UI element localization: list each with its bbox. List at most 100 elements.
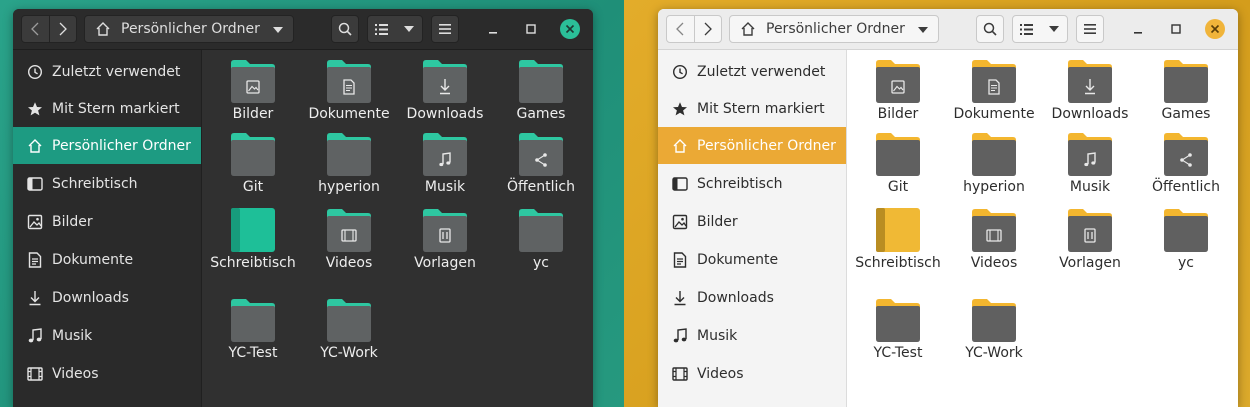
folder-item[interactable]: yc (496, 208, 586, 272)
folder-item[interactable]: Videos (304, 208, 394, 272)
folder-label: hyperion (318, 179, 380, 195)
folder-item[interactable]: yc (1141, 208, 1231, 272)
folder-label: Öffentlich (1152, 179, 1220, 195)
folder-item[interactable]: Bilder (853, 59, 943, 123)
sidebar-item-label: Zuletzt verwendet (52, 63, 181, 80)
folder-item[interactable]: Videos (949, 208, 1039, 272)
folder-item[interactable]: Öffentlich (1141, 132, 1231, 196)
sidebar-item-document[interactable]: Dokumente (13, 241, 201, 278)
sidebar-item-star[interactable]: Mit Stern markiert (658, 90, 846, 127)
folder-item[interactable]: hyperion (949, 132, 1039, 196)
folder-icon (1141, 132, 1231, 176)
sidebar-item-music[interactable]: Musik (13, 317, 201, 354)
location-label: Persönlicher Ordner (121, 21, 260, 37)
sidebar-item-document[interactable]: Dokumente (658, 241, 846, 278)
close-button[interactable] (1205, 19, 1225, 39)
close-button[interactable] (560, 19, 580, 39)
list-view-button[interactable] (1013, 16, 1040, 42)
folder-item[interactable]: Dokumente (304, 59, 394, 123)
sidebar-item-image[interactable]: Bilder (658, 203, 846, 240)
minimize-button[interactable] (1128, 19, 1148, 39)
sidebar-item-image[interactable]: Bilder (13, 203, 201, 240)
dropdown-arrow-icon (918, 27, 928, 33)
sidebar-item-label: Dokumente (697, 251, 779, 268)
folder-item[interactable]: Downloads (1045, 59, 1135, 123)
back-button[interactable] (667, 16, 694, 42)
maximize-button[interactable] (521, 19, 541, 39)
folder-item[interactable]: Schreibtisch (853, 208, 943, 272)
folder-icon (1045, 59, 1135, 103)
folder-label: Git (887, 179, 909, 195)
sidebar-item-download[interactable]: Downloads (658, 279, 846, 316)
main-menu-button[interactable] (431, 15, 459, 43)
folder-item[interactable]: Vorlagen (1045, 208, 1135, 272)
sidebar-item-desktop[interactable]: Schreibtisch (658, 165, 846, 202)
search-button[interactable] (976, 15, 1004, 43)
folder-item[interactable]: YC-Work (304, 298, 394, 362)
folder-item[interactable]: Git (208, 132, 298, 196)
navigation-buttons (21, 15, 77, 43)
folder-icon (1045, 132, 1135, 176)
dropdown-arrow-icon (403, 26, 414, 32)
desktop-icon (25, 176, 45, 191)
folder-label: YC-Test (228, 345, 278, 361)
folder-item[interactable]: Downloads (400, 59, 490, 123)
sidebar-item-home[interactable]: Persönlicher Ordner (13, 127, 201, 164)
minimize-button[interactable] (483, 19, 503, 39)
sidebar-item-download[interactable]: Downloads (13, 279, 201, 316)
maximize-icon (526, 24, 536, 34)
search-button[interactable] (331, 15, 359, 43)
folder-label: Games (516, 106, 566, 122)
view-options (1012, 15, 1068, 43)
main-menu-button[interactable] (1076, 15, 1104, 43)
sidebar-item-video[interactable]: Videos (13, 355, 201, 392)
sidebar-item-clock[interactable]: Zuletzt verwendet (658, 53, 846, 90)
sidebar-item-music[interactable]: Musik (658, 317, 846, 354)
folder-item[interactable]: YC-Work (949, 298, 1039, 362)
folder-icon (400, 132, 490, 176)
folder-item[interactable]: Schreibtisch (208, 208, 298, 272)
folder-item[interactable]: YC-Test (208, 298, 298, 362)
search-icon (338, 22, 352, 36)
view-options (367, 15, 423, 43)
folder-item[interactable]: Öffentlich (496, 132, 586, 196)
folder-item[interactable]: Vorlagen (400, 208, 490, 272)
sidebar-item-home[interactable]: Persönlicher Ordner (658, 127, 846, 164)
forward-button[interactable] (695, 16, 722, 42)
folder-label: Videos (325, 255, 373, 271)
folder-item[interactable]: Git (853, 132, 943, 196)
folder-item[interactable]: Musik (400, 132, 490, 196)
folder-icon (853, 132, 943, 176)
folder-item[interactable]: Games (1141, 59, 1231, 123)
folder-item[interactable]: Dokumente (949, 59, 1039, 123)
sidebar-item-label: Schreibtisch (697, 175, 783, 192)
hamburger-menu-icon (1084, 24, 1096, 34)
view-menu-button[interactable] (1040, 16, 1067, 42)
folder-item[interactable]: Games (496, 59, 586, 123)
sidebar-item-video[interactable]: Videos (658, 355, 846, 392)
sidebar-item-label: Videos (697, 365, 744, 382)
location-bar[interactable]: Persönlicher Ordner (84, 15, 294, 43)
sidebar-item-label: Persönlicher Ordner (52, 137, 191, 154)
chevron-right-icon (704, 22, 712, 36)
back-button[interactable] (22, 16, 49, 42)
folder-item[interactable]: YC-Test (853, 298, 943, 362)
folder-item[interactable]: hyperion (304, 132, 394, 196)
sidebar-item-clock[interactable]: Zuletzt verwendet (13, 53, 201, 90)
list-view-button[interactable] (368, 16, 395, 42)
view-menu-button[interactable] (395, 16, 422, 42)
search-icon (983, 22, 997, 36)
document-icon (670, 251, 690, 268)
forward-button[interactable] (50, 16, 77, 42)
dropdown-arrow-icon (273, 27, 283, 33)
location-bar[interactable]: Persönlicher Ordner (729, 15, 939, 43)
folder-item[interactable]: Musik (1045, 132, 1135, 196)
close-icon (565, 24, 575, 34)
maximize-button[interactable] (1166, 19, 1186, 39)
folder-label: YC-Work (320, 345, 378, 361)
sidebar-item-desktop[interactable]: Schreibtisch (13, 165, 201, 202)
close-icon (1210, 24, 1220, 34)
folder-label: Vorlagen (1059, 255, 1121, 271)
sidebar-item-star[interactable]: Mit Stern markiert (13, 90, 201, 127)
folder-item[interactable]: Bilder (208, 59, 298, 123)
